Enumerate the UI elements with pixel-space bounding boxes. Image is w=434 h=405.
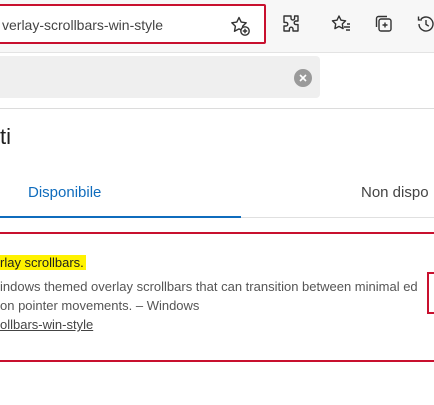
favorites-icon[interactable]: [329, 12, 353, 36]
collections-icon[interactable]: [372, 12, 396, 36]
flag-title: rlay scrollbars.: [0, 255, 86, 270]
clear-icon[interactable]: [294, 69, 312, 87]
extensions-icon[interactable]: [279, 12, 303, 36]
flag-description: indows themed overlay scrollbars that ca…: [0, 279, 418, 313]
page-title: ti: [0, 124, 11, 149]
search-input[interactable]: [0, 56, 320, 98]
tab-disponibile[interactable]: Disponibile: [28, 184, 101, 201]
header-divider: [0, 108, 434, 109]
flag-link[interactable]: ollbars-win-style: [0, 317, 93, 332]
address-bar[interactable]: verlay-scrollbars-win-style: [0, 4, 266, 44]
browser-toolbar: verlay-scrollbars-win-style: [0, 0, 434, 53]
tab-non-disponibile[interactable]: Non dispo: [361, 184, 429, 201]
history-icon[interactable]: [414, 12, 434, 36]
flag-dropdown[interactable]: [427, 272, 434, 314]
active-tab-indicator: [0, 216, 241, 218]
address-bar-text[interactable]: verlay-scrollbars-win-style: [2, 17, 163, 33]
add-favorite-icon[interactable]: [228, 14, 252, 38]
